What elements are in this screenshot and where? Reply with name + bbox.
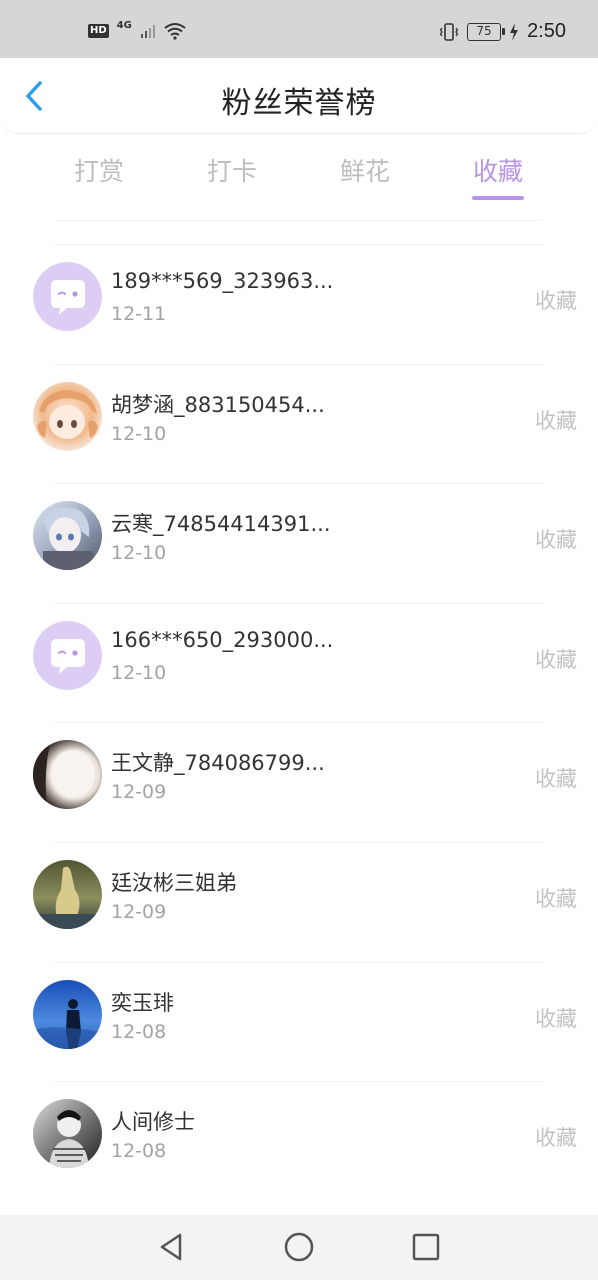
divider — [56, 220, 542, 221]
chat-bubble-avatar-icon — [33, 620, 102, 690]
list-item[interactable]: 廷汝彬三姐弟 12-09 收藏 — [33, 841, 577, 962]
chat-bubble-avatar-icon — [33, 262, 102, 331]
clock: 2:50 — [527, 20, 566, 42]
fan-date: 12-08 — [111, 1020, 167, 1043]
system-nav-bar — [0, 1215, 598, 1280]
network-type: 4G — [116, 19, 132, 31]
list-item[interactable]: 166***650_293000... 12-10 收藏 — [33, 602, 577, 723]
list-item[interactable]: 189***569_323963... 12-11 收藏 — [33, 244, 577, 364]
nav-home-button[interactable] — [283, 1231, 315, 1263]
nav-back-button[interactable] — [156, 1231, 188, 1263]
anime-girl-avatar-icon — [33, 381, 102, 451]
active-tab-indicator — [472, 196, 524, 200]
fan-date: 12-10 — [111, 422, 167, 445]
list-item[interactable]: 人间修士 12-08 收藏 — [33, 1081, 577, 1201]
tab-reward[interactable]: 打赏 — [54, 152, 144, 188]
favorite-label: 收藏 — [535, 767, 577, 792]
vibrate-icon — [439, 22, 459, 41]
list-item[interactable]: 奕玉琲 12-08 收藏 — [33, 961, 577, 1082]
fan-name: 166***650_293000... — [111, 627, 334, 652]
circle-home-icon — [284, 1232, 314, 1262]
fan-date: 12-10 — [111, 542, 167, 565]
hd-badge: HD — [88, 24, 109, 38]
fan-list: 189***569_323963... 12-11 收藏 胡梦涵_8831504… — [0, 244, 598, 1201]
avatar[interactable] — [33, 262, 102, 331]
status-bar: HD 4G 75 2:50 — [0, 0, 598, 58]
fan-name: 奕玉琲 — [111, 990, 174, 1015]
fan-date: 12-09 — [111, 900, 167, 923]
avatar[interactable] — [33, 501, 102, 571]
fan-date: 12-10 — [111, 661, 167, 684]
fan-name: 189***569_323963... — [111, 269, 334, 293]
favorite-label: 收藏 — [535, 528, 577, 553]
square-recents-icon — [412, 1233, 440, 1261]
favorite-label: 收藏 — [535, 647, 577, 672]
avatar[interactable] — [33, 620, 102, 690]
anime-girl-silver-avatar-icon — [33, 501, 102, 571]
bw-portrait-avatar-icon — [33, 1099, 102, 1169]
fan-name: 胡梦涵_883150454... — [111, 392, 325, 417]
fan-name: 云寒_74854414391... — [111, 512, 331, 537]
favorite-label: 收藏 — [535, 1126, 577, 1151]
fan-date: 12-08 — [111, 1140, 167, 1163]
fan-date: 12-09 — [111, 781, 167, 804]
status-right: 75 2:50 — [439, 20, 566, 43]
tab-bar: 打赏 打卡 鲜花 收藏 — [0, 134, 598, 224]
tab-favorites[interactable]: 收藏 — [453, 152, 543, 200]
list-item[interactable]: 胡梦涵_883150454... 12-10 收藏 — [33, 363, 577, 484]
triangle-back-icon — [160, 1233, 182, 1261]
favorite-label: 收藏 — [535, 408, 577, 433]
avatar[interactable] — [33, 381, 102, 451]
dusk-statue-avatar-icon — [33, 859, 102, 929]
battery-indicator: 75 — [467, 22, 506, 41]
favorite-label: 收藏 — [535, 1006, 577, 1031]
tab-checkin[interactable]: 打卡 — [187, 152, 277, 188]
avatar[interactable] — [33, 859, 102, 929]
header: 粉丝荣誉榜 — [0, 58, 598, 134]
white-animal-avatar-icon — [33, 740, 102, 810]
list-item[interactable]: 王文静_784086799... 12-09 收藏 — [33, 722, 577, 842]
fan-name: 廷汝彬三姐弟 — [111, 870, 237, 895]
avatar[interactable] — [33, 740, 102, 810]
avatar[interactable] — [33, 979, 102, 1049]
nav-recents-button[interactable] — [410, 1231, 442, 1263]
fan-name: 人间修士 — [111, 1110, 195, 1135]
favorite-label: 收藏 — [535, 289, 577, 313]
favorite-label: 收藏 — [535, 886, 577, 911]
wifi-icon — [164, 23, 186, 40]
signal-icon — [140, 25, 155, 38]
list-item[interactable]: 云寒_74854414391... 12-10 收藏 — [33, 483, 577, 603]
status-left: HD 4G — [88, 19, 186, 40]
tab-label: 打卡 — [206, 157, 257, 186]
tab-label: 鲜花 — [339, 157, 390, 186]
blue-sky-silhouette-avatar-icon — [33, 979, 102, 1049]
avatar[interactable] — [33, 1099, 102, 1169]
fan-date: 12-11 — [111, 303, 167, 325]
page-title: 粉丝荣誉榜 — [221, 86, 377, 121]
fan-name: 王文静_784086799... — [111, 751, 325, 776]
tab-flowers[interactable]: 鲜花 — [320, 152, 410, 188]
tab-label: 收藏 — [472, 157, 523, 186]
charging-icon — [510, 22, 519, 41]
tab-label: 打赏 — [73, 157, 124, 186]
